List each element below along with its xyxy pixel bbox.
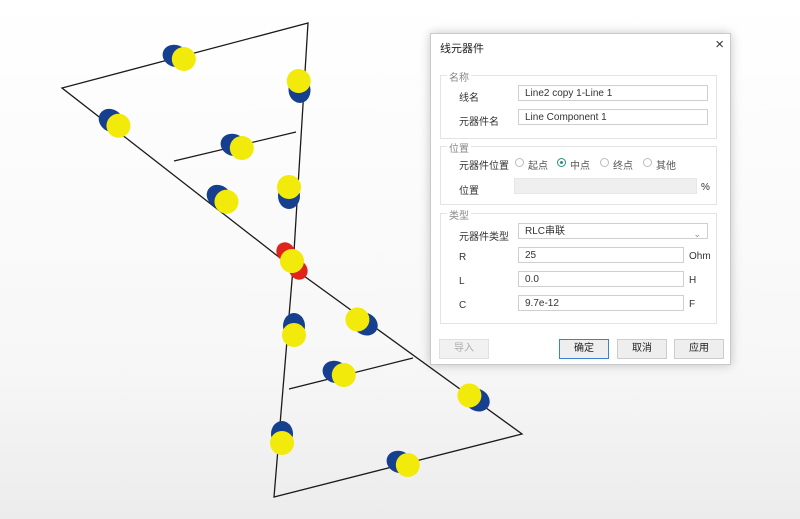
line-component-capsule[interactable]: [383, 446, 423, 480]
ok-button[interactable]: 确定: [559, 339, 609, 359]
radio-midpoint-label: 中点: [570, 161, 590, 172]
close-icon[interactable]: ×: [715, 37, 724, 53]
component-name-field[interactable]: Line Component 1: [518, 109, 708, 125]
radio-midpoint[interactable]: [557, 158, 566, 167]
radio-other-label: 其他: [656, 161, 676, 172]
line-component-capsule[interactable]: [286, 68, 313, 104]
line-name-field[interactable]: Line2 copy 1-Line 1: [518, 85, 708, 101]
capsule-yellow-end: [277, 175, 301, 199]
position-group-title: 位置: [447, 140, 471, 155]
type-group-title: 类型: [447, 207, 471, 222]
radio-start[interactable]: [515, 158, 524, 167]
apply-button[interactable]: 应用: [674, 339, 724, 359]
position-label: 位置: [459, 186, 479, 197]
l-unit: H: [689, 275, 697, 286]
component-type-label: 元器件类型: [459, 232, 509, 243]
line-component-capsule[interactable]: [202, 179, 244, 218]
line-component-capsule[interactable]: [217, 129, 257, 163]
component-position-label: 元器件位置: [459, 161, 509, 172]
capsule-yellow-end: [270, 431, 294, 455]
dialog-titlebar: 线元器件 ×: [431, 34, 730, 58]
r-label: R: [459, 252, 467, 263]
line-component-capsule[interactable]: [270, 421, 294, 455]
line-component-capsule[interactable]: [319, 356, 359, 390]
radio-end[interactable]: [600, 158, 609, 167]
line-component-capsule[interactable]: [159, 40, 199, 74]
import-button[interactable]: 导入: [439, 339, 489, 359]
l-label: L: [459, 276, 465, 287]
line-component-capsule[interactable]: [282, 313, 306, 347]
name-group-title: 名称: [447, 69, 471, 84]
radio-other[interactable]: [643, 158, 652, 167]
position-field: [514, 178, 697, 194]
component-type-select[interactable]: RLC串联 ⌄: [518, 223, 708, 239]
c-field[interactable]: 9.7e-12: [518, 295, 684, 311]
capsule-yellow-end: [282, 323, 306, 347]
position-unit: %: [701, 182, 710, 193]
chevron-down-icon: ⌄: [693, 229, 701, 239]
line-component-dialog: 线元器件 × 名称 线名 Line2 copy 1-Line 1 元器件名 Li…: [430, 33, 731, 365]
component-name-label: 元器件名: [459, 117, 499, 128]
line-component-capsule[interactable]: [277, 175, 301, 209]
line-component-capsule[interactable]: [341, 303, 382, 341]
position-group: [440, 146, 717, 205]
line-component-capsule[interactable]: [453, 379, 494, 417]
line-component-capsule[interactable]: [94, 103, 136, 142]
line-name-label: 线名: [459, 93, 479, 104]
component-type-value: RLC串联: [525, 226, 566, 237]
r-field[interactable]: 25: [518, 247, 684, 263]
r-unit: Ohm: [689, 251, 711, 262]
radio-start-label: 起点: [528, 161, 548, 172]
cancel-button[interactable]: 取消: [617, 339, 667, 359]
radio-end-label: 终点: [613, 161, 633, 172]
l-field[interactable]: 0.0: [518, 271, 684, 287]
c-unit: F: [689, 299, 696, 310]
dialog-title: 线元器件: [440, 43, 484, 55]
c-label: C: [459, 300, 467, 311]
